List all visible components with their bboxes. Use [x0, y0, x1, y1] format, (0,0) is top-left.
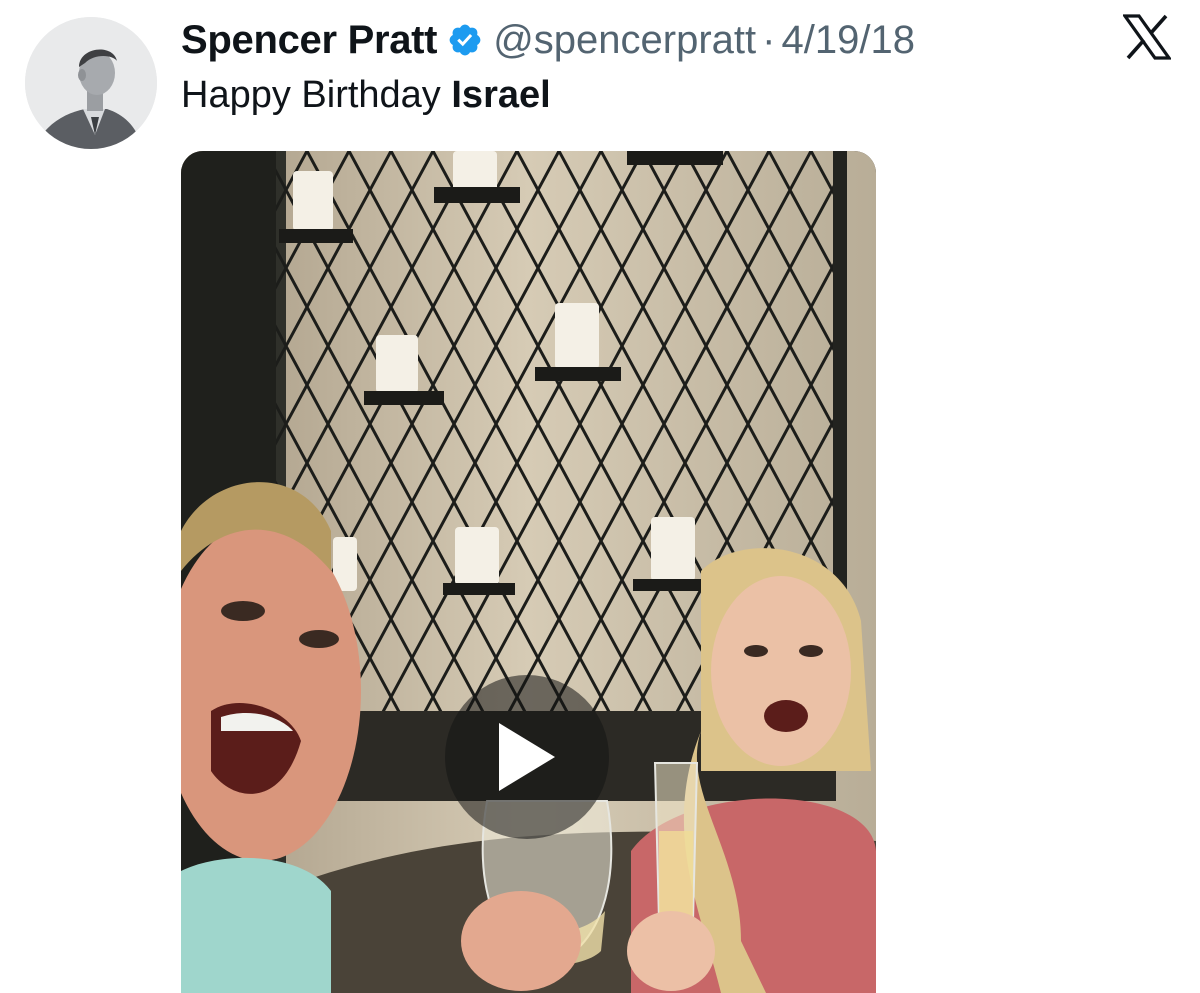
- video-thumbnail[interactable]: [181, 151, 876, 993]
- verified-badge-icon: [447, 22, 483, 58]
- tweet-date[interactable]: 4/19/18: [781, 18, 914, 63]
- tweet-header: Spencer Pratt @spencerpratt · 4/19/18: [181, 12, 915, 68]
- play-icon: [499, 723, 555, 791]
- tweet-text-plain: Happy Birthday: [181, 74, 452, 116]
- tweet-text: Happy Birthday Israel: [181, 74, 551, 117]
- tweet-text-bold[interactable]: Israel: [451, 74, 550, 116]
- video-frame-image: [181, 151, 876, 993]
- author-display-name[interactable]: Spencer Pratt: [181, 18, 438, 63]
- play-button[interactable]: [445, 675, 609, 839]
- author-handle[interactable]: @spencerpratt: [493, 18, 756, 63]
- x-logo-icon[interactable]: [1121, 14, 1173, 60]
- avatar[interactable]: [25, 17, 157, 149]
- profile-photo-icon: [25, 17, 157, 149]
- tweet-screenshot: Spencer Pratt @spencerpratt · 4/19/18 Ha…: [0, 0, 1200, 993]
- separator-dot: ·: [762, 17, 776, 62]
